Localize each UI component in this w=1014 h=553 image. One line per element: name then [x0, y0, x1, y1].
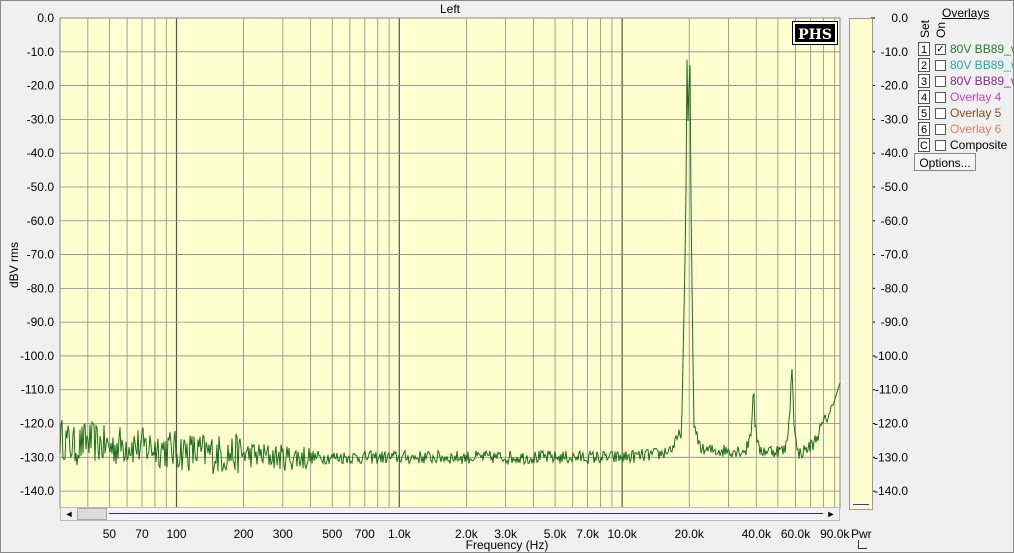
- y-tick-label: -110.0: [21, 383, 54, 397]
- x-tick-label: 500: [322, 527, 342, 541]
- pwr-tick-label: -140.0: [874, 484, 908, 498]
- y-tick-label: -140.0: [20, 484, 54, 498]
- resize-grip-icon[interactable]: [858, 540, 867, 549]
- y-tick-label: -20.0: [27, 79, 55, 93]
- scroll-thumb[interactable]: [77, 508, 107, 520]
- x-tick-label: 100: [166, 527, 186, 541]
- overlay-row: 4 Overlay 4: [918, 90, 1014, 106]
- pwr-tick-label: -100.0: [874, 349, 908, 363]
- overlay-on-checkbox[interactable]: [935, 60, 946, 71]
- overlay-on-checkbox[interactable]: [935, 108, 946, 119]
- y-tick-label: -70.0: [27, 248, 55, 262]
- overlay-label: Overlay 5: [950, 106, 1002, 120]
- overlay-on-checkbox[interactable]: ✓: [935, 44, 946, 55]
- overlay-on-checkbox[interactable]: [935, 92, 946, 103]
- pwr-tick-label: -50.0: [881, 180, 909, 194]
- y-tick-label: 0.0: [37, 11, 54, 25]
- pwr-tick-label: -120.0: [874, 417, 908, 431]
- overlay-label: 80V BB89_v: [950, 74, 1014, 88]
- x-tick-label: 300: [273, 527, 293, 541]
- overlay-set-button[interactable]: 1: [918, 42, 930, 56]
- overlay-row: 6 Overlay 6: [918, 122, 1014, 138]
- overlay-set-button[interactable]: 6: [918, 122, 930, 136]
- overlay-row: 2 80V BB89_v: [918, 58, 1014, 74]
- overlay-label: 80V BB89_v: [950, 42, 1014, 56]
- x-tick-label: 20.0k: [675, 527, 705, 541]
- pwr-tick-label: -20.0: [881, 79, 909, 93]
- overlay-on-checkbox[interactable]: [935, 124, 946, 135]
- overlay-label: Overlay 6: [950, 122, 1002, 136]
- scroll-left-button[interactable]: ◄: [62, 508, 76, 520]
- pwr-tick-label: 0.0: [891, 11, 908, 25]
- y-tick-label: -100.0: [20, 349, 54, 363]
- y-tick-label: -50.0: [27, 180, 55, 194]
- x-tick-label: 700: [355, 527, 375, 541]
- overlay-label: Composite: [950, 138, 1008, 152]
- y-tick-label: -10.0: [27, 45, 55, 59]
- pwr-tick-label: -30.0: [881, 112, 909, 126]
- overlay-row: 1 ✓ 80V BB89_v: [918, 42, 1014, 58]
- pwr-label: Pwr: [851, 527, 872, 541]
- y-tick-label: -90.0: [27, 315, 55, 329]
- pwr-tick-labels: 0.0 -10.0 -20.0 -30.0 -40.0 -50.0 -60.0 -70.0 -8…: [871, 11, 908, 498]
- on-column-header: On: [934, 21, 948, 38]
- overlay-on-checkbox[interactable]: [935, 76, 946, 87]
- overlay-label: Overlay 4: [950, 90, 1002, 104]
- overlay-set-button[interactable]: 3: [918, 74, 930, 88]
- pwr-tick-label: -130.0: [874, 450, 908, 464]
- overlay-set-button[interactable]: 2: [918, 58, 930, 72]
- y-tick-label: -60.0: [27, 214, 55, 228]
- overlay-on-checkbox[interactable]: [935, 140, 946, 151]
- overlay-set-button[interactable]: 4: [918, 90, 930, 104]
- pwr-level-line: [853, 504, 869, 505]
- y-tick-label: -130.0: [20, 450, 54, 464]
- overlay-row: C Composite: [918, 138, 1014, 154]
- y-axis-label: dBV rms: [7, 242, 21, 289]
- overlay-label: 80V BB89_v: [950, 58, 1014, 72]
- pwr-tick-label: -90.0: [881, 315, 909, 329]
- overlay-row: 5 Overlay 5: [918, 106, 1014, 122]
- pwr-tick-label: -60.0: [881, 214, 909, 228]
- scroll-right-button[interactable]: ►: [824, 508, 838, 520]
- x-tick-label: 40.0k: [742, 527, 772, 541]
- x-tick-label: 90.0k: [820, 527, 850, 541]
- y-tick-label: -80.0: [27, 281, 55, 295]
- frequency-scrollbar[interactable]: ◄ ►: [60, 507, 840, 521]
- x-tick-label: 70: [135, 527, 149, 541]
- pwr-tick-label: -110.0: [875, 383, 908, 397]
- phs-logo: PHS: [792, 21, 838, 45]
- x-tick-label: 60.0k: [781, 527, 811, 541]
- x-tick-label: 50: [103, 527, 117, 541]
- set-column-header: Set: [918, 19, 932, 38]
- options-button[interactable]: Options...: [914, 153, 976, 171]
- overlays-title[interactable]: Overlays: [942, 6, 989, 20]
- pwr-tick-label: -10.0: [881, 45, 909, 59]
- y-tick-label: -120.0: [20, 417, 54, 431]
- pwr-tick-label: -40.0: [881, 146, 909, 160]
- overlay-set-button[interactable]: 5: [918, 106, 930, 120]
- pwr-meter: [849, 18, 873, 510]
- scroll-track-line: [109, 513, 823, 514]
- pwr-tick-label: -70.0: [881, 248, 909, 262]
- y-tick-label: -40.0: [27, 146, 55, 160]
- pwr-tick-label: -80.0: [881, 281, 909, 295]
- overlay-set-button[interactable]: C: [918, 138, 930, 152]
- overlay-row: 3 80V BB89_v: [918, 74, 1014, 90]
- x-tick-label: 200: [234, 527, 254, 541]
- x-axis-label: Frequency (Hz): [465, 538, 549, 552]
- y-tick-label: -30.0: [27, 112, 55, 126]
